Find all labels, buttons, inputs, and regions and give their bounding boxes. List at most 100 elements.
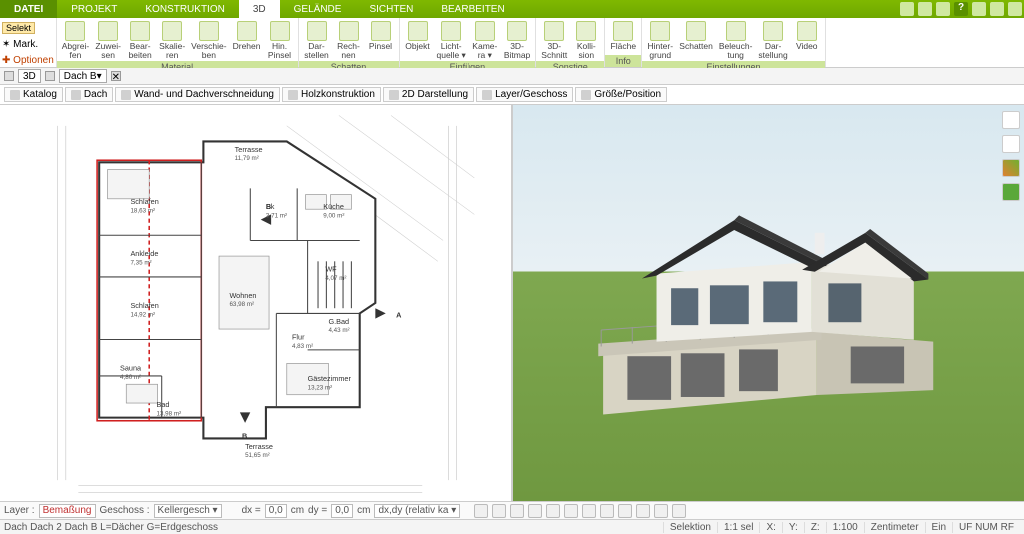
ribbon-button[interactable]: Bear- beiten bbox=[124, 20, 156, 61]
tool-icon[interactable] bbox=[654, 504, 668, 518]
ribbon-button[interactable]: Dar- stellen bbox=[301, 20, 333, 61]
menu-bearbeiten[interactable]: BEARBEITEN bbox=[427, 0, 518, 18]
menu-projekt[interactable]: PROJEKT bbox=[57, 0, 131, 18]
room-area: 7,35 m² bbox=[130, 259, 151, 266]
ribbon-button[interactable]: Verschie- ben bbox=[188, 20, 229, 61]
ribbon-button[interactable]: 3D- Bitmap bbox=[501, 20, 533, 61]
toolbar-button[interactable]: 2D Darstellung bbox=[383, 87, 474, 102]
view-mode-icon[interactable] bbox=[4, 71, 14, 81]
tool-icon[interactable] bbox=[510, 504, 524, 518]
coord-mode-select[interactable]: dx,dy (relativ ka ▾ bbox=[374, 504, 460, 518]
ribbon-button-label: Verschie- ben bbox=[191, 42, 226, 60]
furniture-icon[interactable] bbox=[1002, 135, 1020, 153]
toolbar-button[interactable]: Größe/Position bbox=[575, 87, 667, 102]
mark-button[interactable]: ✶ Mark. bbox=[2, 39, 38, 50]
dy-input[interactable]: 0,0 bbox=[331, 504, 353, 518]
status-y: Y: bbox=[782, 522, 804, 533]
status-scale: 1:100 bbox=[826, 522, 864, 533]
ribbon-button-label: Rech- nen bbox=[337, 42, 360, 60]
ribbon-button-label: 3D- Bitmap bbox=[504, 42, 530, 60]
toolbar-button-label: Layer/Geschoss bbox=[495, 89, 567, 100]
ribbon-button[interactable]: Rech- nen bbox=[333, 20, 365, 61]
ribbon-button[interactable]: Schatten bbox=[676, 20, 716, 52]
layer-select[interactable]: Bemaßung bbox=[39, 504, 96, 518]
svg-text:A: A bbox=[396, 311, 402, 320]
ribbon-button[interactable]: Fläche bbox=[607, 20, 639, 52]
menu-sichten[interactable]: SICHTEN bbox=[355, 0, 427, 18]
ribbon-button[interactable]: Skalie- ren bbox=[156, 20, 188, 61]
ribbon-button[interactable]: Licht- quelle ▾ bbox=[434, 20, 469, 61]
window-icon[interactable] bbox=[936, 2, 950, 16]
toolbar-button[interactable]: Holzkonstruktion bbox=[282, 87, 381, 102]
ribbon-button[interactable]: Abgrei- fen bbox=[59, 20, 92, 61]
ribbon-button[interactable]: Kolli- sion bbox=[570, 20, 602, 61]
layers-icon[interactable] bbox=[1002, 111, 1020, 129]
ribbon-button[interactable]: Objekt bbox=[402, 20, 434, 52]
ribbon-button[interactable]: Kame- ra ▾ bbox=[469, 20, 501, 61]
window-max-icon[interactable] bbox=[990, 2, 1004, 16]
ribbon-button-icon bbox=[199, 21, 219, 41]
dx-input[interactable]: 0,0 bbox=[265, 504, 287, 518]
main-split: B A B Terrasse11,79 m²Schlafen18,63 m²Sk… bbox=[0, 105, 1024, 501]
roof-select[interactable]: Dach B ▾ bbox=[59, 69, 107, 83]
ribbon-button[interactable]: Drehen bbox=[230, 20, 264, 52]
optionen-button[interactable]: ✚ Optionen bbox=[2, 55, 54, 66]
menu-konstruktion[interactable]: KONSTRUKTION bbox=[131, 0, 238, 18]
toolbar-button-icon bbox=[10, 90, 20, 100]
room-area: 14,92 m² bbox=[130, 312, 155, 319]
ribbon-button[interactable]: Beleuch- tung bbox=[716, 20, 756, 61]
tree-icon[interactable] bbox=[1002, 183, 1020, 201]
room-name: Ankleide bbox=[130, 249, 158, 258]
tool-icon[interactable] bbox=[636, 504, 650, 518]
selekt-button[interactable]: Selekt bbox=[2, 22, 35, 34]
ribbon-button[interactable]: Video bbox=[791, 20, 823, 52]
menu-gelaende[interactable]: GELÄNDE bbox=[280, 0, 356, 18]
ribbon-button[interactable]: Zuwei- sen bbox=[92, 20, 124, 61]
window-close-icon[interactable] bbox=[1008, 2, 1022, 16]
tool-icon[interactable] bbox=[492, 504, 506, 518]
toolbar-button[interactable]: Katalog bbox=[4, 87, 63, 102]
geschoss-select[interactable]: Kellergesch ▾ bbox=[154, 504, 222, 518]
materials-icon[interactable] bbox=[1002, 159, 1020, 177]
menu-file[interactable]: DATEI bbox=[0, 0, 57, 18]
ribbon-button[interactable]: Pinsel bbox=[365, 20, 397, 52]
tool-icon[interactable] bbox=[528, 504, 542, 518]
ribbon-button[interactable]: Hinter- grund bbox=[644, 20, 676, 61]
menu-3d[interactable]: 3D bbox=[239, 0, 280, 18]
help-icon[interactable]: ? bbox=[954, 2, 968, 16]
geschoss-label: Geschoss : bbox=[100, 505, 150, 516]
window-icon[interactable] bbox=[918, 2, 932, 16]
3d-pane[interactable] bbox=[513, 105, 1024, 501]
tool-icon[interactable] bbox=[564, 504, 578, 518]
toolbar-button-icon bbox=[482, 90, 492, 100]
ribbon-button[interactable]: Hin. Pinsel bbox=[264, 20, 296, 61]
tool-icon[interactable] bbox=[474, 504, 488, 518]
ribbon-button-label: Bear- beiten bbox=[129, 42, 152, 60]
room-name: Bad bbox=[157, 400, 170, 409]
roof-icon[interactable] bbox=[45, 71, 55, 81]
tool-icon[interactable] bbox=[618, 504, 632, 518]
dy-label: dy = bbox=[308, 505, 327, 516]
close-view-icon[interactable]: ✕ bbox=[111, 71, 121, 81]
tool-icon[interactable] bbox=[582, 504, 596, 518]
svg-text:B: B bbox=[242, 431, 247, 440]
ribbon-button[interactable]: Dar- stellung bbox=[755, 20, 790, 61]
toolbar-button-icon bbox=[389, 90, 399, 100]
ribbon-button-icon bbox=[339, 21, 359, 41]
toolbar-button[interactable]: Layer/Geschoss bbox=[476, 87, 573, 102]
view-mode-select[interactable]: 3D bbox=[18, 69, 41, 83]
floorplan-pane[interactable]: B A B Terrasse11,79 m²Schlafen18,63 m²Sk… bbox=[0, 105, 513, 501]
3d-house-model bbox=[574, 184, 962, 422]
tool-icon[interactable] bbox=[672, 504, 686, 518]
ribbon-button[interactable]: 3D- Schnitt bbox=[538, 20, 570, 61]
ribbon-button-label: Objekt bbox=[405, 42, 430, 51]
toolbar-button[interactable]: Dach bbox=[65, 87, 113, 102]
tool-icon[interactable] bbox=[600, 504, 614, 518]
ribbon-button-icon bbox=[726, 21, 746, 41]
tool-icon[interactable] bbox=[546, 504, 560, 518]
window-min-icon[interactable] bbox=[972, 2, 986, 16]
window-icon[interactable] bbox=[900, 2, 914, 16]
status-selection-path: Dach Dach 2 Dach B L=Dächer G=Erdgeschos… bbox=[4, 522, 218, 533]
room-name: Wohnen bbox=[229, 291, 256, 300]
toolbar-button[interactable]: Wand- und Dachverschneidung bbox=[115, 87, 280, 102]
